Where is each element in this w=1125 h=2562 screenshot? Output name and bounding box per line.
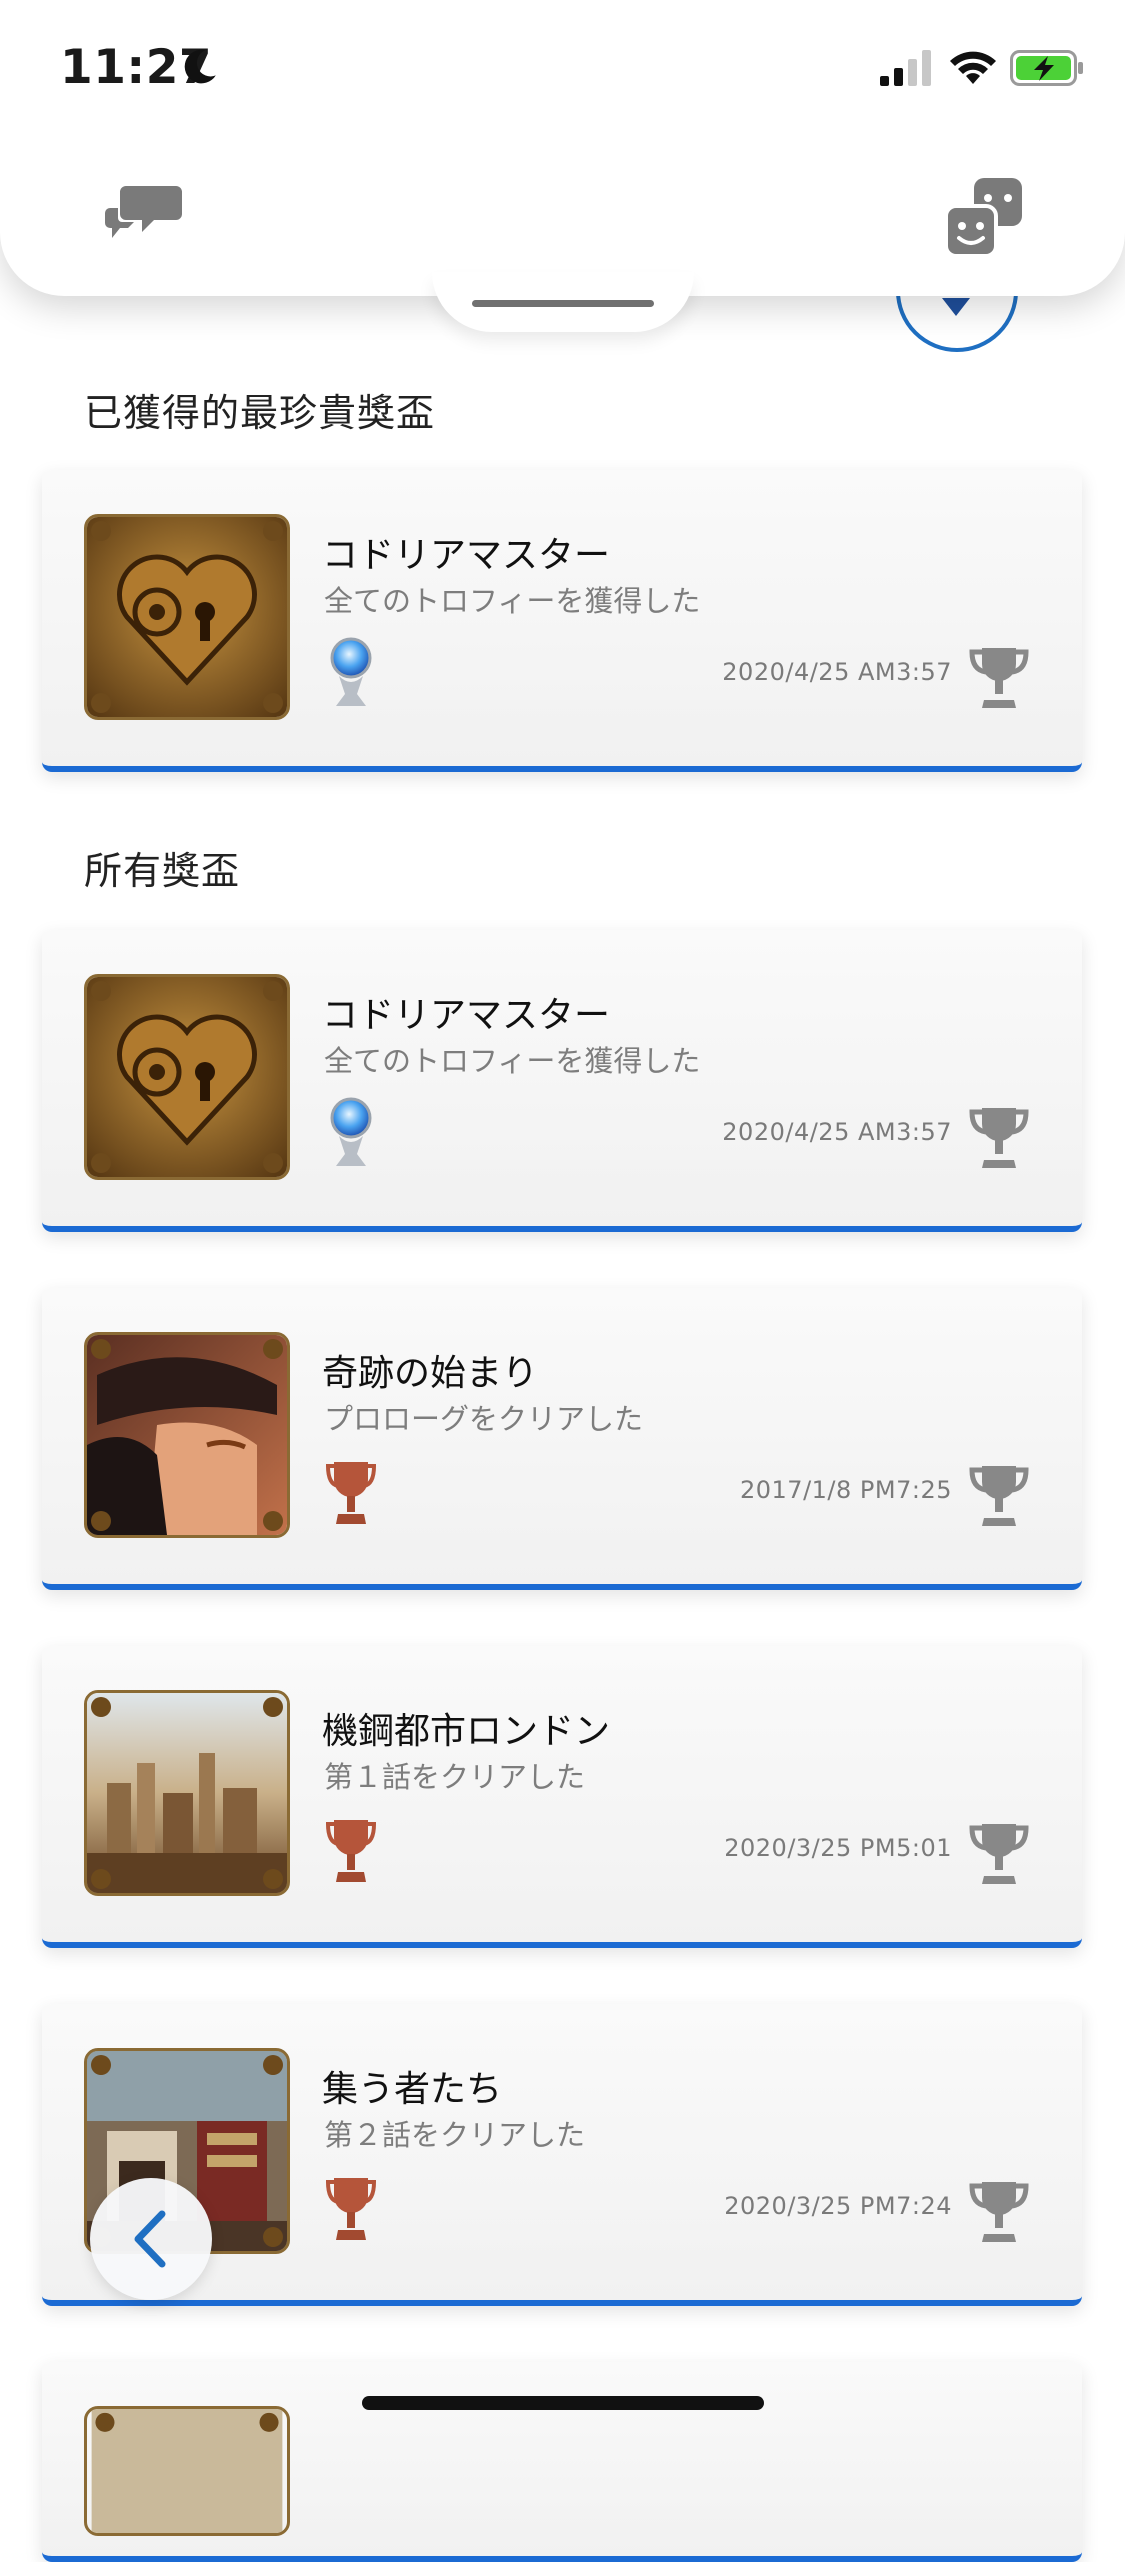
trophy-thumbnail — [84, 2406, 290, 2536]
trophy-icon — [969, 2182, 1029, 2242]
chevron-left-icon — [134, 2210, 166, 2268]
trophy-name: コドリアマスター — [322, 535, 611, 576]
all-trophies-section-title: 所有獎盃 — [84, 849, 241, 893]
panel-grab-handle[interactable] — [472, 300, 654, 307]
trophy-description: 全てのトロフィーを獲得した — [324, 584, 701, 618]
cellular-signal-icon — [880, 50, 931, 86]
trophy-card[interactable]: コドリアマスター 全てのトロフィーを獲得した 2020/4/25 AM3:57 — [42, 930, 1082, 1232]
trophy-date: 2020/3/25 PM7:24 — [724, 2192, 952, 2220]
trophy-thumbnail — [84, 1690, 290, 1896]
platinum-trophy-icon — [330, 637, 372, 706]
rarest-section-title: 已獲得的最珍貴獎盃 — [84, 391, 436, 435]
trophy-icon — [969, 1108, 1029, 1168]
trophy-date: 2017/1/8 PM7:25 — [740, 1476, 952, 1504]
bronze-trophy-icon — [326, 1462, 376, 1524]
status-bar: 11:27 — [0, 0, 1125, 140]
trophy-icon — [969, 1466, 1029, 1526]
trophy-description: 第２話をクリアした — [324, 2118, 586, 2152]
trophy-name: 機鋼都市ロンドン — [322, 1711, 611, 1752]
heart-gear-art — [87, 977, 287, 1177]
trophy-thumbnail — [84, 1332, 290, 1538]
trophy-date: 2020/3/25 PM5:01 — [724, 1834, 952, 1862]
trophy-date: 2020/4/25 AM3:57 — [722, 658, 952, 686]
trophy-description: 全てのトロフィーを獲得した — [324, 1044, 701, 1078]
trophy-icon — [969, 1824, 1029, 1884]
trophy-name: 集う者たち — [322, 2069, 503, 2110]
trophy-thumbnail — [84, 514, 290, 720]
rarest-trophy-card[interactable]: コドリアマスター 全てのトロフィーを獲得した 2020/4/25 AM3:57 — [42, 470, 1082, 772]
trophy-card-partial[interactable] — [42, 2362, 1082, 2562]
home-indicator[interactable] — [362, 2396, 764, 2410]
heart-gear-art — [87, 517, 287, 717]
trophy-card[interactable]: 奇跡の始まり プロローグをクリアした 2017/1/8 PM7:25 — [42, 1288, 1082, 1590]
do-not-disturb-moon-icon — [184, 49, 216, 84]
character-portrait-art — [87, 1335, 287, 1535]
thumbnail-art — [91, 2409, 283, 2533]
bronze-trophy-icon — [326, 1820, 376, 1882]
trophy-date: 2020/4/25 AM3:57 — [722, 1118, 952, 1146]
city-skyline-art — [87, 1693, 287, 1893]
triangle-down-icon — [942, 298, 970, 316]
wifi-icon — [950, 51, 996, 84]
trophy-thumbnail — [84, 974, 290, 1180]
bronze-trophy-icon — [326, 2178, 376, 2240]
trophy-card[interactable]: 機鋼都市ロンドン 第１話をクリアした 2020/3/25 PM5:01 — [42, 1646, 1082, 1948]
friends-icon[interactable] — [944, 178, 1024, 258]
trophy-icon — [969, 648, 1029, 708]
battery-charging-icon — [1010, 50, 1083, 86]
trophy-name: 奇跡の始まり — [322, 1353, 539, 1394]
trophy-name: コドリアマスター — [322, 995, 611, 1036]
platinum-trophy-icon — [330, 1097, 372, 1166]
back-button[interactable] — [90, 2178, 212, 2300]
chat-bubbles-icon[interactable] — [104, 178, 184, 248]
trophy-description: プロローグをクリアした — [324, 1402, 644, 1436]
trophy-description: 第１話をクリアした — [324, 1760, 586, 1794]
